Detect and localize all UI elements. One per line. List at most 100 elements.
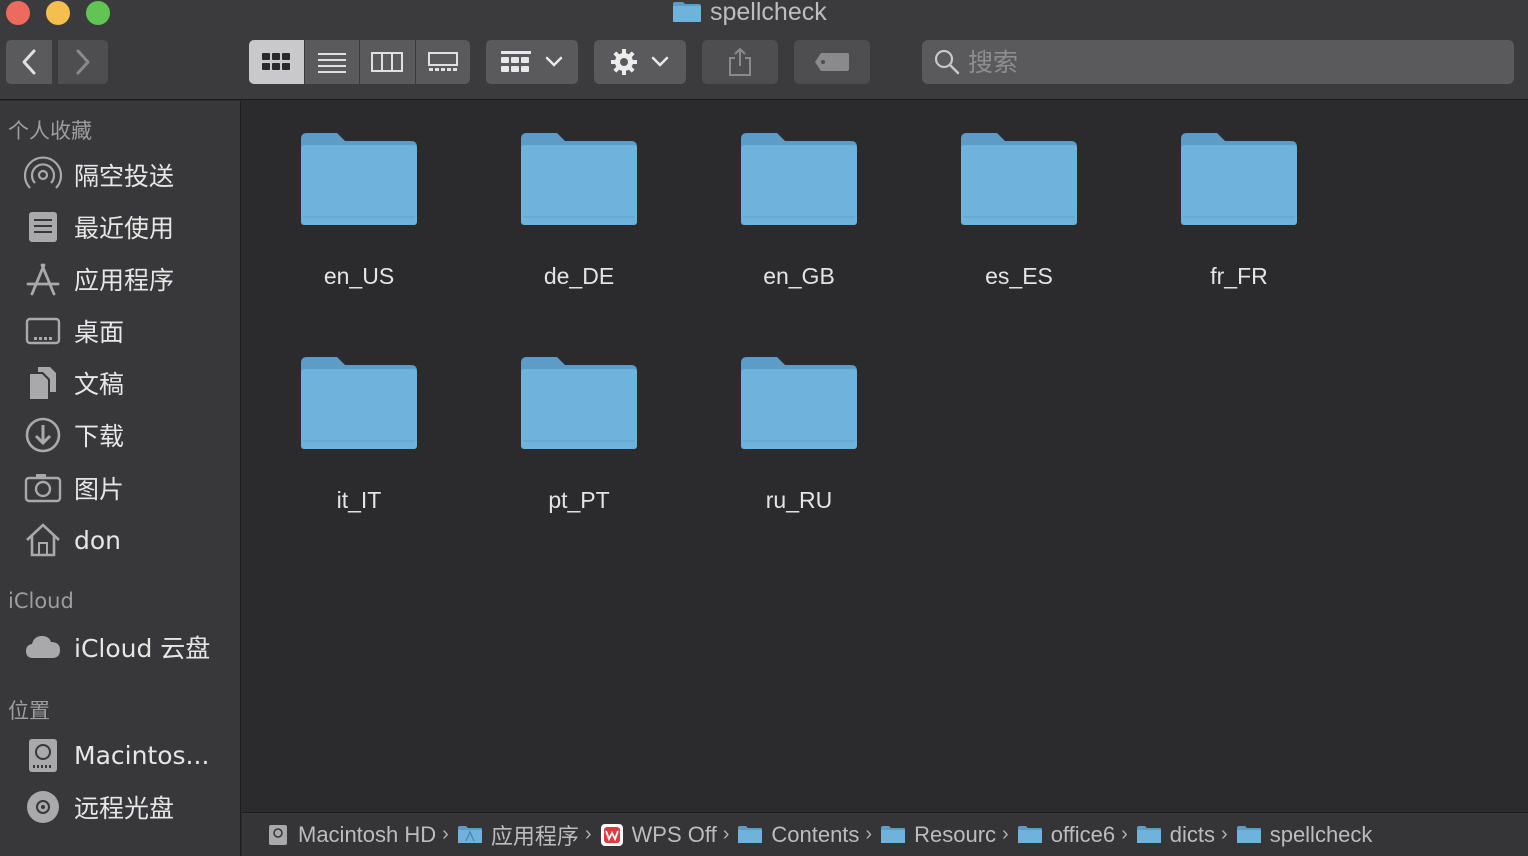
path-crumb-resources[interactable]: Resourc bbox=[880, 822, 996, 848]
sidebar-item-remote-disc[interactable]: 远程光盘 bbox=[0, 784, 240, 830]
sidebar-item-airdrop[interactable]: 隔空投送 bbox=[0, 152, 240, 198]
folder-item[interactable]: es_ES bbox=[929, 101, 1109, 301]
sidebar-item-pictures[interactable]: 图片 bbox=[0, 465, 240, 511]
share-icon bbox=[729, 47, 751, 76]
minimize-window-button[interactable] bbox=[46, 1, 70, 25]
close-window-button[interactable] bbox=[6, 1, 30, 25]
sidebar-item-recents[interactable]: 最近使用 bbox=[0, 204, 240, 250]
toolbar: spellcheck bbox=[0, 0, 1528, 100]
path-crumb-wps[interactable]: WPS Off bbox=[600, 822, 717, 848]
path-crumb-office6[interactable]: office6 bbox=[1017, 822, 1115, 848]
folder-icon bbox=[741, 133, 857, 225]
path-crumb-label: Contents bbox=[771, 821, 860, 847]
icon-grid-icon bbox=[262, 53, 291, 70]
sidebar-item-label: 图片 bbox=[74, 475, 125, 504]
folder-icon bbox=[1136, 826, 1161, 843]
downloads-icon bbox=[24, 416, 62, 454]
sidebar-item-home[interactable]: don bbox=[0, 517, 240, 563]
sidebar-item-label: 桌面 bbox=[74, 318, 125, 347]
applications-folder-icon bbox=[457, 826, 482, 843]
folder-icon bbox=[301, 357, 417, 449]
folder-icon bbox=[1017, 826, 1042, 843]
finder-window: spellcheck 搜索 个人收藏 隔空投送 最近使用 应用程序 桌面 文稿 … bbox=[0, 0, 1528, 856]
chevron-right-icon bbox=[76, 49, 90, 75]
path-crumb-dicts[interactable]: dicts bbox=[1136, 822, 1215, 848]
chevron-right-icon: › bbox=[722, 823, 730, 845]
sidebar-item-label: 应用程序 bbox=[74, 266, 175, 295]
pictures-icon bbox=[24, 469, 62, 507]
sidebar-item-documents[interactable]: 文稿 bbox=[0, 360, 240, 406]
airdrop-icon bbox=[24, 156, 62, 194]
sidebar-item-label: 文稿 bbox=[74, 370, 125, 399]
share-button[interactable] bbox=[702, 40, 778, 84]
sidebar-item-downloads[interactable]: 下载 bbox=[0, 412, 240, 458]
list-view-button[interactable] bbox=[305, 40, 360, 84]
chevron-down-icon bbox=[651, 56, 669, 67]
window-title: spellcheck bbox=[672, 0, 827, 27]
tags-button[interactable] bbox=[794, 40, 870, 84]
folder-icon bbox=[738, 826, 763, 843]
folder-icon bbox=[961, 133, 1077, 225]
folder-name: de_DE bbox=[543, 263, 615, 289]
folder-icon bbox=[521, 133, 637, 225]
forward-button[interactable] bbox=[58, 40, 108, 84]
sidebar-item-desktop[interactable]: 桌面 bbox=[0, 308, 240, 354]
hard-drive-icon bbox=[269, 824, 287, 845]
action-menu-button[interactable] bbox=[594, 40, 686, 84]
fullscreen-window-button[interactable] bbox=[86, 1, 110, 25]
path-crumb-label: dicts bbox=[1169, 821, 1216, 847]
folder-name: es_ES bbox=[985, 263, 1053, 289]
path-bar: Macintosh HD › 应用程序 › WPS Off › Contents… bbox=[242, 812, 1528, 856]
path-crumb-label: 应用程序 bbox=[490, 823, 579, 849]
sidebar-item-icloud-drive[interactable]: iCloud 云盘 bbox=[0, 624, 240, 670]
folder-item[interactable]: en_GB bbox=[709, 101, 889, 301]
home-icon bbox=[24, 521, 62, 559]
folder-item[interactable]: fr_FR bbox=[1149, 101, 1329, 301]
folder-icon bbox=[521, 357, 637, 449]
folder-name: en_US bbox=[323, 263, 395, 289]
icon-view-button[interactable] bbox=[249, 40, 305, 84]
path-crumb-macintosh-hd[interactable]: Macintosh HD bbox=[266, 822, 436, 848]
path-crumb-label: Macintosh HD bbox=[298, 821, 437, 847]
chevron-right-icon: › bbox=[865, 823, 873, 845]
back-button[interactable] bbox=[6, 40, 52, 84]
folder-name: it_IT bbox=[336, 487, 382, 513]
sidebar-item-label: 隔空投送 bbox=[74, 162, 175, 191]
group-grid-icon bbox=[501, 51, 531, 72]
cloud-icon bbox=[24, 628, 62, 666]
folder-item[interactable]: ru_RU bbox=[709, 325, 889, 525]
applications-icon bbox=[24, 260, 62, 298]
folder-name: fr_FR bbox=[1210, 263, 1268, 289]
path-crumb-applications[interactable]: 应用程序 bbox=[457, 819, 579, 851]
sidebar-item-applications[interactable]: 应用程序 bbox=[0, 256, 240, 302]
sidebar-item-macintosh-hd[interactable]: Macintos... bbox=[0, 732, 240, 778]
chevron-down-icon bbox=[545, 56, 563, 67]
folder-icon bbox=[881, 826, 906, 843]
window-title-text: spellcheck bbox=[710, 0, 827, 26]
gallery-view-button[interactable] bbox=[416, 40, 471, 84]
folder-item[interactable]: en_US bbox=[269, 101, 449, 301]
sidebar-heading-favorites: 个人收藏 bbox=[8, 119, 92, 143]
chevron-right-icon: › bbox=[1221, 823, 1228, 845]
path-crumb-label: WPS Off bbox=[631, 821, 717, 847]
sidebar-item-label: don bbox=[74, 525, 122, 555]
search-icon bbox=[934, 49, 960, 75]
path-crumb-label: office6 bbox=[1050, 821, 1116, 847]
folder-item[interactable]: de_DE bbox=[489, 101, 669, 301]
column-view-button[interactable] bbox=[360, 40, 416, 84]
hard-drive-icon bbox=[24, 736, 62, 774]
chevron-left-icon bbox=[22, 49, 36, 75]
folder-item[interactable]: it_IT bbox=[269, 325, 449, 525]
sidebar-item-label: 远程光盘 bbox=[74, 794, 175, 823]
path-crumb-label: Resourc bbox=[914, 821, 997, 847]
tag-icon bbox=[815, 53, 849, 71]
path-crumb-contents[interactable]: Contents bbox=[737, 822, 859, 848]
sidebar-item-label: 最近使用 bbox=[74, 214, 175, 243]
path-crumb-spellcheck[interactable]: spellcheck bbox=[1236, 822, 1372, 848]
chevron-right-icon: › bbox=[1002, 823, 1009, 845]
desktop-icon bbox=[24, 312, 62, 350]
folder-item[interactable]: pt_PT bbox=[489, 325, 669, 525]
search-field[interactable] bbox=[922, 40, 1514, 84]
group-by-button[interactable] bbox=[486, 40, 578, 84]
search-input[interactable] bbox=[968, 47, 1488, 77]
